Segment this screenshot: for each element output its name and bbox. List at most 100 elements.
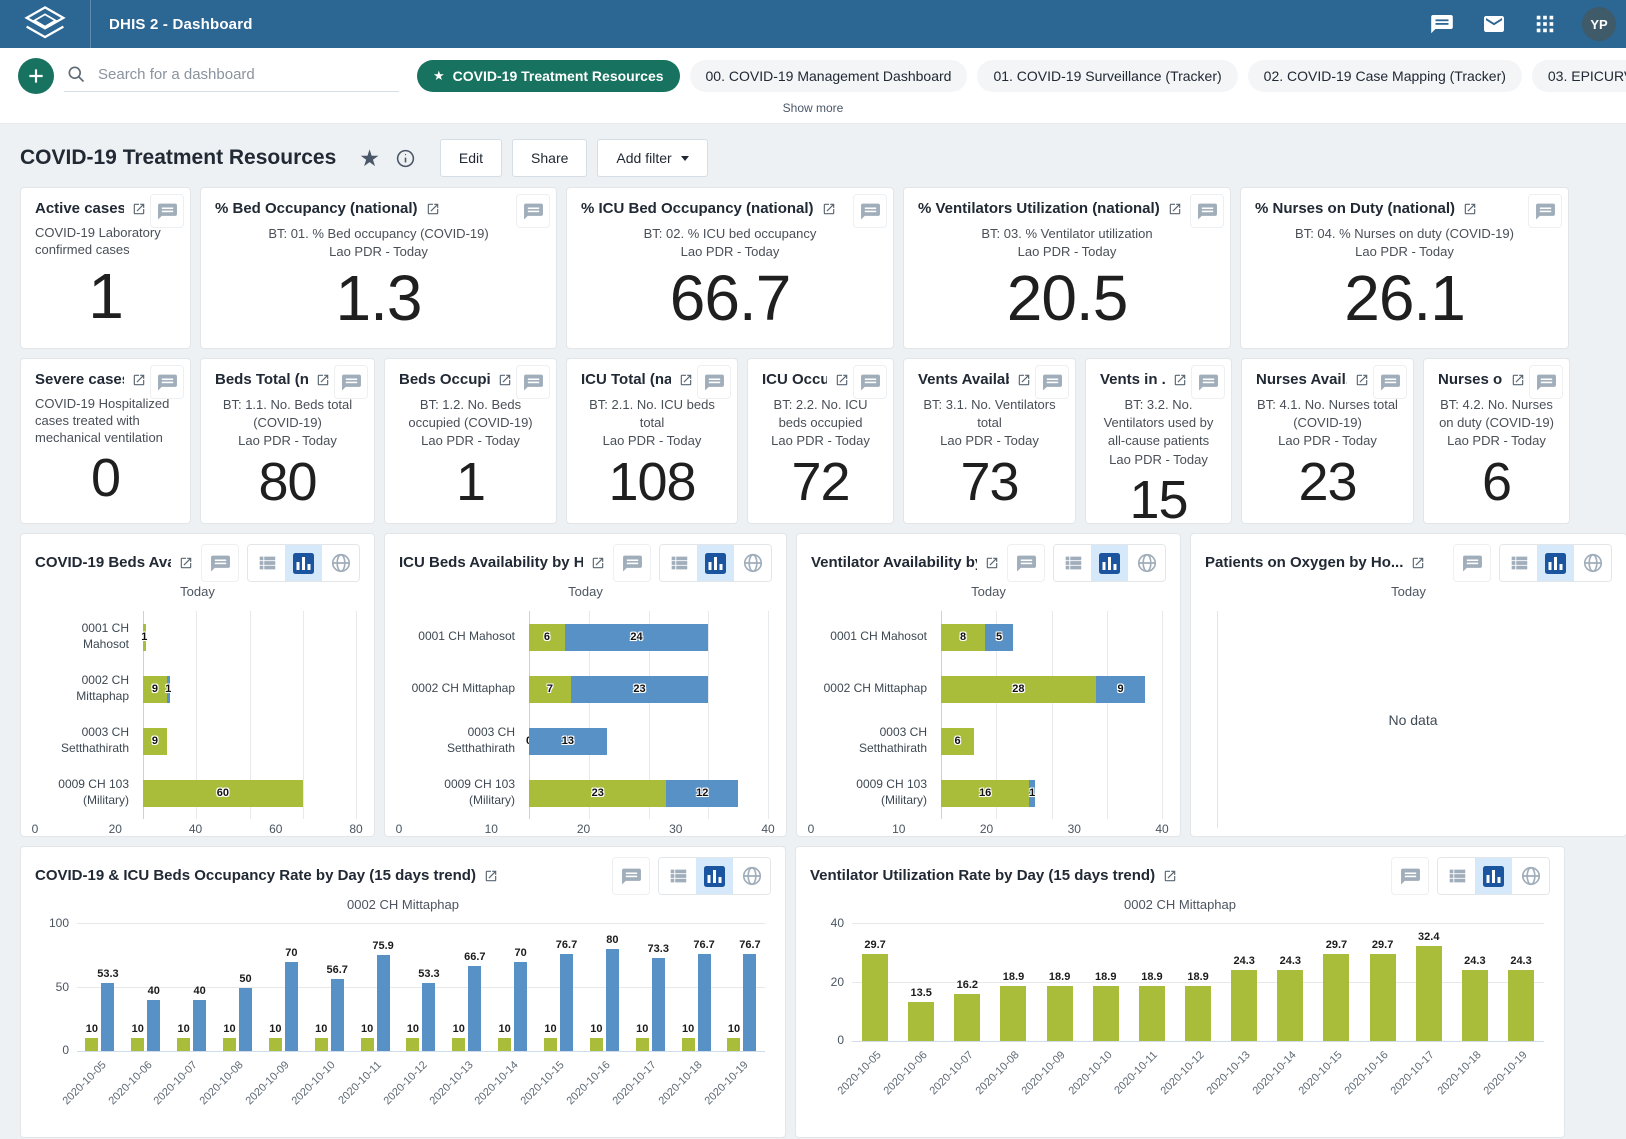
- open-in-new-icon[interactable]: [484, 869, 498, 883]
- messages-icon[interactable]: [1482, 12, 1506, 36]
- open-in-new-icon[interactable]: [1411, 556, 1425, 570]
- chart-view-button[interactable]: [1091, 545, 1128, 581]
- bar[interactable]: [361, 1038, 374, 1051]
- table-view-button[interactable]: [1500, 545, 1537, 581]
- user-avatar[interactable]: YP: [1582, 7, 1616, 41]
- table-view-button[interactable]: [659, 858, 696, 894]
- dashboard-chip[interactable]: ★COVID-19 Treatment Resources: [417, 60, 680, 92]
- bar[interactable]: [269, 1038, 282, 1051]
- table-view-button[interactable]: [1054, 545, 1091, 581]
- comment-button[interactable]: [853, 365, 887, 399]
- table-view-button[interactable]: [248, 545, 285, 581]
- comment-button[interactable]: [1391, 857, 1429, 895]
- bar[interactable]: [544, 1038, 557, 1051]
- search-input[interactable]: [96, 65, 399, 84]
- bar-segment[interactable]: 9: [143, 676, 167, 703]
- bar[interactable]: [468, 966, 481, 1051]
- bar[interactable]: [193, 1000, 206, 1051]
- open-in-new-icon[interactable]: [835, 373, 849, 387]
- comment-button[interactable]: [516, 194, 550, 228]
- dashboard-chip[interactable]: 01. COVID-19 Surveillance (Tracker): [977, 60, 1237, 92]
- bar[interactable]: [862, 954, 888, 1041]
- bar[interactable]: [422, 983, 435, 1051]
- comment-button[interactable]: [612, 857, 650, 895]
- open-in-new-icon[interactable]: [1355, 373, 1369, 387]
- dashboard-chip[interactable]: 02. COVID-19 Case Mapping (Tracker): [1248, 60, 1522, 92]
- open-in-new-icon[interactable]: [132, 202, 146, 216]
- bar-segment[interactable]: 12: [666, 780, 738, 807]
- bar[interactable]: [498, 1038, 511, 1051]
- bar-segment[interactable]: 23: [571, 676, 708, 703]
- comment-button[interactable]: [1007, 544, 1045, 582]
- bar-segment[interactable]: 24: [565, 624, 708, 651]
- comment-button[interactable]: [334, 365, 368, 399]
- open-in-new-icon[interactable]: [1163, 869, 1177, 883]
- open-in-new-icon[interactable]: [1017, 373, 1031, 387]
- bar[interactable]: [698, 954, 711, 1051]
- bar-segment[interactable]: 7: [529, 676, 571, 703]
- bar[interactable]: [954, 994, 980, 1041]
- bar-segment[interactable]: 8: [941, 624, 985, 651]
- bar-segment[interactable]: 23: [529, 780, 666, 807]
- comment-button[interactable]: [613, 544, 651, 582]
- bar[interactable]: [636, 1038, 649, 1051]
- dashboard-chip[interactable]: 00. COVID-19 Management Dashboard: [690, 60, 968, 92]
- open-in-new-icon[interactable]: [426, 202, 440, 216]
- chart-view-button[interactable]: [285, 545, 322, 581]
- comment-button[interactable]: [1453, 544, 1491, 582]
- bar[interactable]: [147, 1000, 160, 1051]
- open-in-new-icon[interactable]: [1463, 202, 1477, 216]
- chart-view-button[interactable]: [1537, 545, 1574, 581]
- open-in-new-icon[interactable]: [985, 556, 999, 570]
- map-view-button[interactable]: [734, 545, 771, 581]
- dashboard-chip[interactable]: 03. EPICURVE by Province: [1532, 60, 1626, 92]
- open-in-new-icon[interactable]: [1168, 202, 1182, 216]
- info-icon[interactable]: [395, 148, 416, 169]
- share-button[interactable]: Share: [512, 139, 587, 177]
- bar[interactable]: [285, 962, 298, 1051]
- bar-segment[interactable]: 1: [1029, 780, 1035, 807]
- open-in-new-icon[interactable]: [132, 373, 146, 387]
- bar[interactable]: [1462, 970, 1488, 1041]
- chart-view-button[interactable]: [696, 858, 733, 894]
- bar-segment[interactable]: 9: [143, 728, 167, 755]
- map-view-button[interactable]: [322, 545, 359, 581]
- bar[interactable]: [1047, 986, 1073, 1041]
- bar[interactable]: [727, 1038, 740, 1051]
- comment-button[interactable]: [1035, 365, 1069, 399]
- chart-view-button[interactable]: [1475, 858, 1512, 894]
- bar[interactable]: [1185, 986, 1211, 1041]
- bar-segment[interactable]: 16: [941, 780, 1029, 807]
- comment-button[interactable]: [1528, 194, 1562, 228]
- bar-segment[interactable]: 6: [941, 728, 974, 755]
- bar-segment[interactable]: 60: [143, 780, 303, 807]
- bar-segment[interactable]: 6: [529, 624, 565, 651]
- bar[interactable]: [1139, 986, 1165, 1041]
- table-view-button[interactable]: [1438, 858, 1475, 894]
- map-view-button[interactable]: [1128, 545, 1165, 581]
- comment-button[interactable]: [1191, 365, 1225, 399]
- map-view-button[interactable]: [733, 858, 770, 894]
- comment-button[interactable]: [1190, 194, 1224, 228]
- comment-button[interactable]: [1373, 365, 1407, 399]
- bar-segment[interactable]: 9: [1096, 676, 1146, 703]
- bar[interactable]: [1093, 986, 1119, 1041]
- open-in-new-icon[interactable]: [179, 556, 193, 570]
- open-in-new-icon[interactable]: [1173, 373, 1187, 387]
- edit-button[interactable]: Edit: [440, 139, 502, 177]
- open-in-new-icon[interactable]: [679, 373, 693, 387]
- comment-button[interactable]: [150, 194, 184, 228]
- open-in-new-icon[interactable]: [498, 373, 512, 387]
- open-in-new-icon[interactable]: [316, 373, 330, 387]
- show-more-link[interactable]: Show more: [8, 94, 1618, 123]
- favorite-star-icon[interactable]: ★: [359, 147, 380, 170]
- bar[interactable]: [514, 962, 527, 1051]
- bar-segment[interactable]: 5: [985, 624, 1013, 651]
- bar[interactable]: [590, 1038, 603, 1051]
- bar[interactable]: [1416, 946, 1442, 1041]
- bar[interactable]: [560, 954, 573, 1051]
- apps-menu-icon[interactable]: [1534, 13, 1556, 35]
- comment-button[interactable]: [516, 365, 550, 399]
- bar-segment[interactable]: 28: [941, 676, 1096, 703]
- open-in-new-icon[interactable]: [822, 202, 836, 216]
